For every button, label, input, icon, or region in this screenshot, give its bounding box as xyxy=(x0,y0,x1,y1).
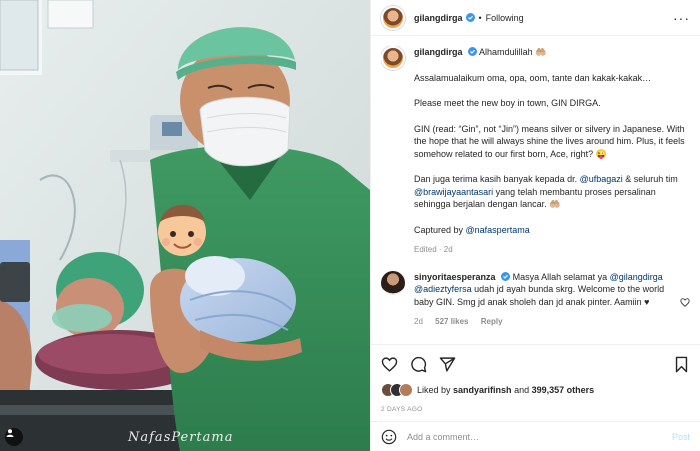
author-avatar[interactable] xyxy=(381,5,405,30)
action-icons xyxy=(381,354,690,374)
post-age[interactable]: 2 DAYS AGO xyxy=(381,406,690,413)
caption-paragraph: Assalamualaikum oma, opa, oom, tante dan… xyxy=(414,72,652,83)
more-dots-icon[interactable]: ··· xyxy=(673,11,690,25)
caption-credit: Captured by @nafaspertama xyxy=(414,224,690,237)
commenter-username[interactable]: sinyoritaesperanza xyxy=(414,272,496,282)
comment-item: sinyoritaesperanza Masya Allah selamat y… xyxy=(381,270,690,329)
header-separator: • xyxy=(478,12,482,23)
caption-first-line: gilangdirga Alhamdulillah 🤲🏼 xyxy=(414,46,690,59)
liked-by-user[interactable]: sandyarifinsh xyxy=(453,385,512,395)
liked-by-text: Liked by sandyarifinsh and 399,357 other… xyxy=(417,385,594,395)
photo-watermark: NafasPertama xyxy=(128,430,234,445)
likes-summary: Liked by sandyarifinsh and 399,357 other… xyxy=(381,383,690,397)
author-username[interactable]: gilangdirga xyxy=(414,13,463,23)
caption-row: gilangdirga Alhamdulillah 🤲🏼 Assalamuala… xyxy=(381,46,690,257)
comment-text-pre: Masya Allah selamat ya xyxy=(512,271,610,282)
comment-heart-icon[interactable] xyxy=(680,276,690,329)
mention-link[interactable]: @nafaspertama xyxy=(466,225,530,235)
caption-first-text: Alhamdulillah 🤲🏼 xyxy=(479,47,547,57)
emoji-icon[interactable] xyxy=(381,429,397,445)
liker-avatar[interactable] xyxy=(399,383,413,397)
comment-meta: 2d 527 likes Reply xyxy=(414,316,674,329)
mention-link[interactable]: @brawijayaantasari xyxy=(414,187,493,197)
caption-body: gilangdirga Alhamdulillah 🤲🏼 Assalamuala… xyxy=(414,46,690,257)
post-header: gilangdirga • Following ··· xyxy=(371,0,700,36)
share-icon[interactable] xyxy=(439,356,456,373)
liked-by-pre: Liked by xyxy=(417,385,454,395)
liked-by-mid: and xyxy=(511,385,532,395)
mention-link[interactable]: @adieztyfersa xyxy=(414,284,472,294)
mention-link[interactable]: @gilangdirga xyxy=(610,272,663,282)
verified-badge-icon xyxy=(501,271,511,281)
post-comment-button[interactable]: Post xyxy=(672,432,690,442)
person-tag-icon[interactable] xyxy=(5,428,23,446)
caption-author-avatar[interactable] xyxy=(381,46,405,70)
caption-text: & seluruh tim xyxy=(622,174,678,184)
comment-text: sinyoritaesperanza Masya Allah selamat y… xyxy=(414,271,674,309)
caption-age[interactable]: 2d xyxy=(444,245,453,254)
comment-icon[interactable] xyxy=(410,356,427,373)
caption-text: Captured by xyxy=(414,224,466,235)
verified-badge-icon xyxy=(468,47,478,56)
caption-meta: Edited · 2d xyxy=(414,245,453,254)
photo-illustration xyxy=(0,0,370,451)
instagram-post: NafasPertama gilangdirga • Following ···… xyxy=(0,0,700,451)
caption-paragraph: Please meet the new boy in town, GIN DIR… xyxy=(414,98,601,108)
bookmark-icon[interactable] xyxy=(673,356,690,373)
comment-age[interactable]: 2d xyxy=(414,317,423,326)
reply-button[interactable]: Reply xyxy=(481,317,503,326)
comment-body: sinyoritaesperanza Masya Allah selamat y… xyxy=(414,271,674,329)
commenter-avatar[interactable] xyxy=(381,270,405,295)
verified-badge-icon xyxy=(465,13,475,22)
caption-author-username[interactable]: gilangdirga xyxy=(414,47,463,57)
following-button[interactable]: Following xyxy=(486,13,524,23)
heart-icon[interactable] xyxy=(381,356,398,373)
post-details-panel: gilangdirga • Following ··· gilangdirga … xyxy=(370,0,700,451)
post-photo[interactable]: NafasPertama xyxy=(0,0,370,451)
post-actions: Liked by sandyarifinsh and 399,357 other… xyxy=(371,344,700,413)
comment-likes[interactable]: 527 likes xyxy=(435,317,468,326)
add-comment-input[interactable]: Add a comment… xyxy=(407,432,479,442)
caption-section: gilangdirga Alhamdulillah 🤲🏼 Assalamuala… xyxy=(381,46,690,346)
caption-text: Dan juga terima kasih banyak kepada dr. xyxy=(414,174,580,184)
caption-thanks-paragraph: Dan juga terima kasih banyak kepada dr. … xyxy=(414,173,690,211)
caption-paragraph: GIN (read: “Gin”, not “Jin”) means silve… xyxy=(414,123,685,159)
liked-by-count[interactable]: 399,357 others xyxy=(532,385,595,395)
mention-link[interactable]: @ufbagazi xyxy=(580,174,623,184)
edited-label: Edited xyxy=(414,245,437,254)
add-comment-bar: Add a comment… Post xyxy=(371,421,700,451)
